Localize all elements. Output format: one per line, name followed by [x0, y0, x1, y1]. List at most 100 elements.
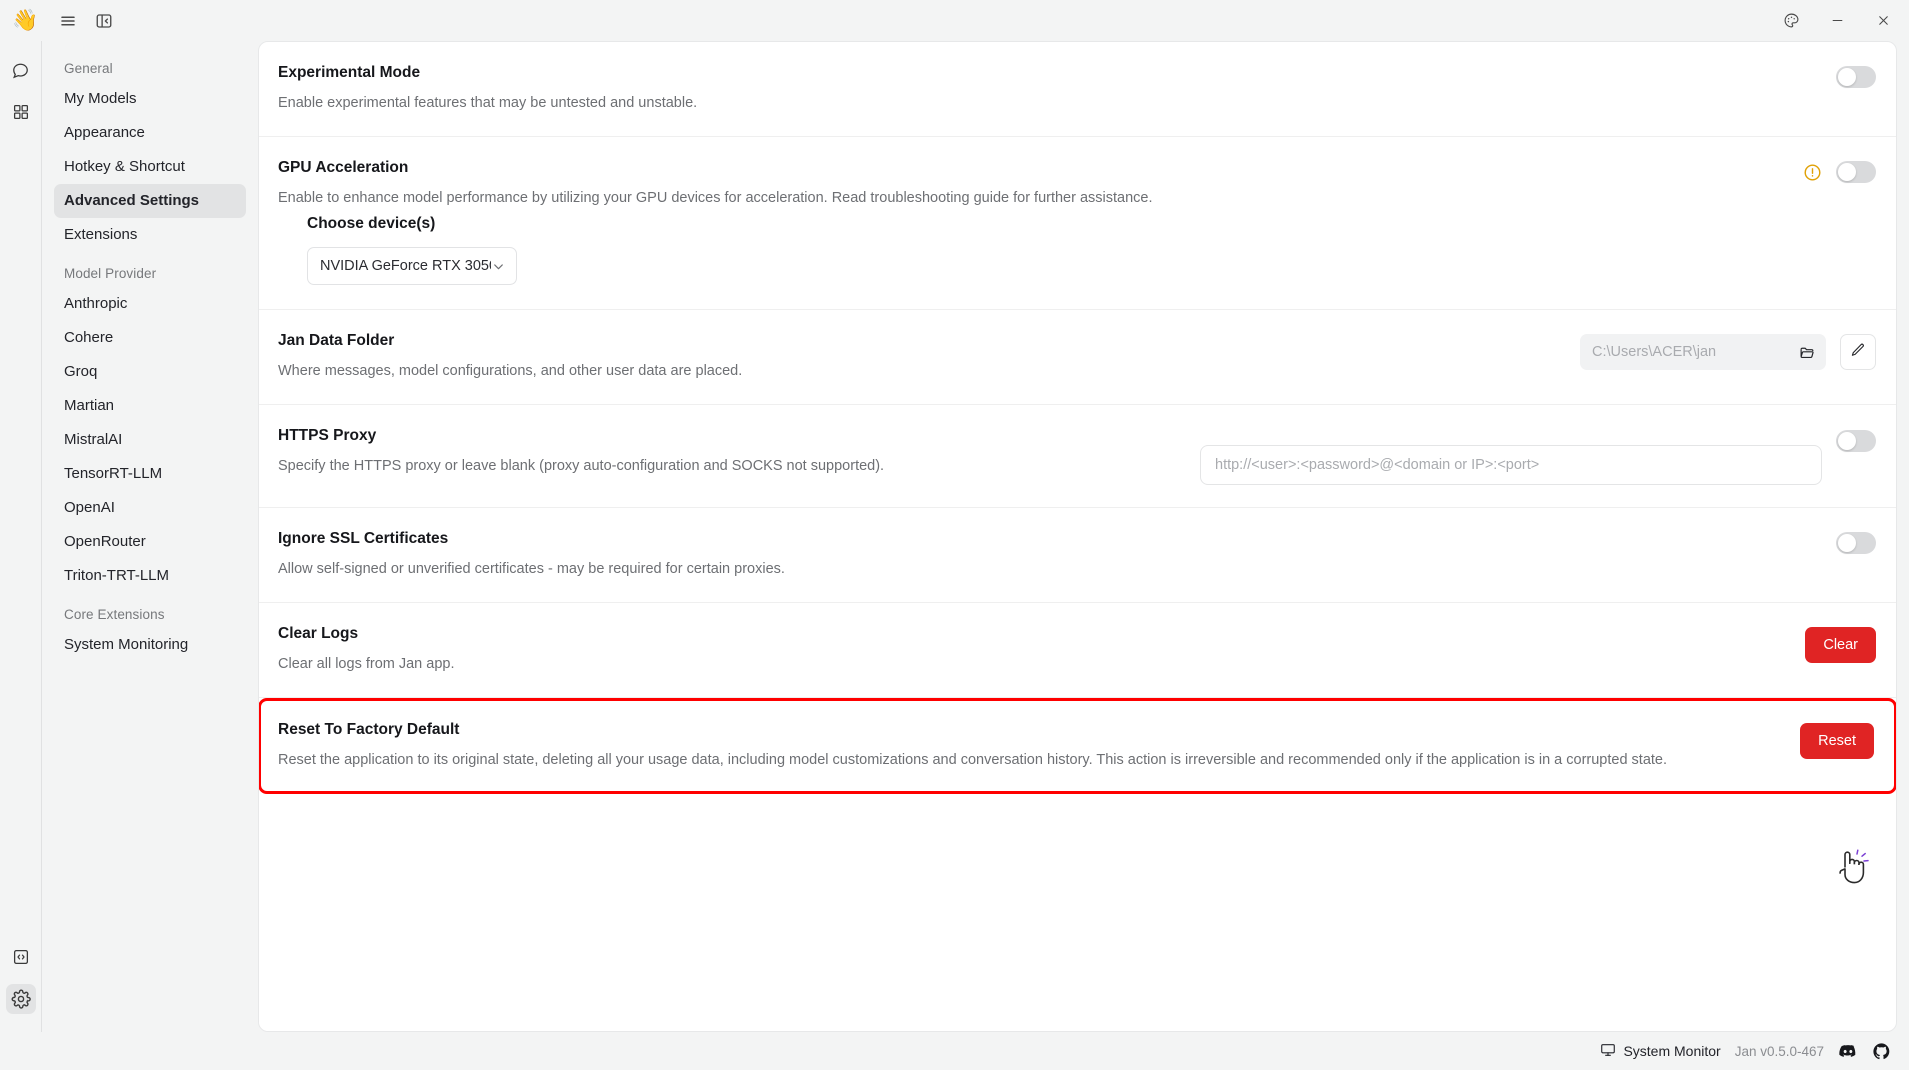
- sidebar-item-martian[interactable]: Martian: [54, 389, 246, 423]
- system-monitor-button[interactable]: System Monitor: [1600, 1042, 1721, 1061]
- sidebar-item-groq[interactable]: Groq: [54, 355, 246, 389]
- experimental-mode-text: Experimental Mode Enable experimental fe…: [278, 64, 1816, 114]
- status-bar: System Monitor Jan v0.5.0-467: [0, 1032, 1909, 1070]
- sidebar-item-mistralai[interactable]: MistralAI: [54, 423, 246, 457]
- jan-data-folder-controls: C:\Users\ACER\jan: [1580, 332, 1876, 371]
- app-logo-wave-icon: 👋: [12, 9, 39, 32]
- device-select-value: NVIDIA GeForce RTX 3050: [320, 258, 491, 275]
- settings-sidebar[interactable]: General My Models Appearance Hotkey & Sh…: [41, 41, 258, 1032]
- gpu-acceleration-controls: [1803, 159, 1876, 184]
- clear-logs-text: Clear Logs Clear all logs from Jan app.: [278, 625, 1785, 675]
- sidebar-group-label-general: General: [64, 61, 113, 76]
- github-icon[interactable]: [1872, 1042, 1891, 1061]
- sidebar-item-system-monitoring[interactable]: System Monitoring: [54, 628, 246, 662]
- jan-data-folder-description: Where messages, model configurations, an…: [278, 362, 743, 379]
- display-monitor-icon: [1600, 1042, 1616, 1061]
- toggle-knob: [1838, 534, 1856, 553]
- reset-factory-default-title: Reset To Factory Default: [278, 721, 460, 739]
- toggle-knob: [1838, 432, 1856, 451]
- gear-icon[interactable]: [5, 984, 36, 1014]
- pencil-icon: [1850, 342, 1866, 363]
- sidebar-item-anthropic[interactable]: Anthropic: [54, 287, 246, 321]
- clear-logs-description: Clear all logs from Jan app.: [278, 655, 455, 672]
- edit-data-folder-button[interactable]: [1840, 334, 1876, 371]
- gpu-acceleration-title: GPU Acceleration: [278, 159, 409, 177]
- https-proxy-description: Specify the HTTPS proxy or leave blank (…: [278, 457, 885, 474]
- setting-row-ignore-ssl: Ignore SSL Certificates Allow self-signe…: [259, 508, 1896, 604]
- https-proxy-controls: http://<user>:<password>@<domain or IP>:…: [1200, 427, 1876, 486]
- reset-factory-default-description: Reset the application to its original st…: [278, 751, 1667, 768]
- icon-rail: [0, 41, 41, 1032]
- ignore-ssl-title: Ignore SSL Certificates: [278, 530, 449, 548]
- minimize-button[interactable]: [1815, 4, 1859, 38]
- sidebar-item-appearance[interactable]: Appearance: [54, 116, 246, 150]
- title-bar: 👋: [0, 0, 1909, 41]
- gpu-acceleration-description: Enable to enhance model performance by u…: [278, 189, 1153, 206]
- setting-row-jan-data-folder: Jan Data Folder Where messages, model co…: [259, 310, 1896, 406]
- title-bar-left-controls: 👋: [12, 6, 120, 36]
- sidebar-item-extensions[interactable]: Extensions: [54, 218, 246, 252]
- jan-data-folder-title: Jan Data Folder: [278, 332, 395, 350]
- gpu-acceleration-toggle[interactable]: [1836, 161, 1876, 184]
- settings-card: Experimental Mode Enable experimental fe…: [258, 41, 1897, 1032]
- window-controls: [1769, 4, 1905, 38]
- sidebar-item-openrouter[interactable]: OpenRouter: [54, 525, 246, 559]
- chat-bubble-icon[interactable]: [6, 55, 36, 85]
- experimental-mode-description: Enable experimental features that may be…: [278, 94, 698, 111]
- https-proxy-toggle[interactable]: [1836, 430, 1876, 453]
- gpu-acceleration-text: GPU Acceleration Enable to enhance model…: [278, 159, 1783, 209]
- ignore-ssl-description: Allow self-signed or unverified certific…: [278, 560, 785, 577]
- sidebar-group-label-model-provider: Model Provider: [64, 266, 157, 281]
- device-select[interactable]: NVIDIA GeForce RTX 3050: [307, 247, 517, 286]
- experimental-mode-title: Experimental Mode: [278, 64, 421, 81]
- setting-row-https-proxy: HTTPS Proxy Specify the HTTPS proxy or l…: [259, 405, 1896, 509]
- collapse-left-panel-icon[interactable]: [88, 6, 120, 36]
- setting-row-clear-logs: Clear Logs Clear all logs from Jan app. …: [259, 603, 1896, 699]
- toggle-knob: [1838, 68, 1856, 86]
- clear-logs-controls: Clear: [1805, 625, 1876, 664]
- ignore-ssl-toggle[interactable]: [1836, 532, 1876, 555]
- choose-device-block: Choose device(s) NVIDIA GeForce RTX 3050: [259, 215, 1896, 311]
- sidebar-item-openai[interactable]: OpenAI: [54, 491, 246, 525]
- alert-circle-icon[interactable]: [1803, 163, 1822, 182]
- reset-button[interactable]: Reset: [1800, 723, 1874, 760]
- https-proxy-title: HTTPS Proxy: [278, 427, 377, 445]
- code-brackets-icon[interactable]: [6, 942, 36, 972]
- experimental-mode-toggle[interactable]: [1836, 66, 1876, 88]
- jan-data-folder-path-value: C:\Users\ACER\jan: [1592, 344, 1717, 361]
- sidebar-item-advanced-settings[interactable]: Advanced Settings: [54, 184, 246, 218]
- clear-logs-button[interactable]: Clear: [1805, 627, 1876, 664]
- app-version-label: Jan v0.5.0-467: [1734, 1043, 1824, 1059]
- https-proxy-input[interactable]: http://<user>:<password>@<domain or IP>:…: [1200, 445, 1822, 486]
- clear-logs-title: Clear Logs: [278, 625, 359, 643]
- close-button[interactable]: [1861, 4, 1905, 38]
- toggle-knob: [1838, 163, 1856, 182]
- setting-row-reset-factory-default: Reset To Factory Default Reset the appli…: [259, 698, 1896, 795]
- choose-device-label: Choose device(s): [307, 215, 436, 233]
- reset-factory-default-controls: Reset: [1800, 721, 1874, 760]
- jan-data-folder-path-input[interactable]: C:\Users\ACER\jan: [1580, 334, 1826, 371]
- reset-factory-default-text: Reset To Factory Default Reset the appli…: [278, 721, 1780, 771]
- sidebar-group-label-core-extensions: Core Extensions: [64, 607, 165, 622]
- experimental-mode-controls: [1836, 64, 1876, 88]
- sidebar-item-my-models[interactable]: My Models: [54, 82, 246, 116]
- system-monitor-label: System Monitor: [1623, 1043, 1721, 1059]
- sidebar-item-cohere[interactable]: Cohere: [54, 321, 246, 355]
- sidebar-item-tensorrt-llm[interactable]: TensorRT-LLM: [54, 457, 246, 491]
- grid-squares-icon[interactable]: [6, 97, 36, 127]
- https-proxy-text: HTTPS Proxy Specify the HTTPS proxy or l…: [278, 427, 1180, 477]
- discord-icon[interactable]: [1838, 1041, 1858, 1061]
- palette-icon[interactable]: [1769, 4, 1813, 38]
- body-region: General My Models Appearance Hotkey & Sh…: [0, 41, 1909, 1032]
- hamburger-menu-icon[interactable]: [52, 6, 84, 36]
- app-window: 👋 General My Models Appearance Hotkey & …: [0, 0, 1909, 1070]
- main-content: Experimental Mode Enable experimental fe…: [258, 41, 1909, 1032]
- open-folder-icon[interactable]: [1799, 344, 1816, 361]
- setting-row-gpu-acceleration: GPU Acceleration Enable to enhance model…: [259, 137, 1896, 215]
- setting-row-experimental-mode: Experimental Mode Enable experimental fe…: [259, 42, 1896, 138]
- sidebar-item-hotkey-shortcut[interactable]: Hotkey & Shortcut: [54, 150, 246, 184]
- ignore-ssl-text: Ignore SSL Certificates Allow self-signe…: [278, 530, 1816, 580]
- sidebar-item-triton-trt-llm[interactable]: Triton-TRT-LLM: [54, 559, 246, 593]
- chevron-down-icon: [491, 259, 506, 274]
- https-proxy-input-placeholder: http://<user>:<password>@<domain or IP>:…: [1215, 457, 1540, 474]
